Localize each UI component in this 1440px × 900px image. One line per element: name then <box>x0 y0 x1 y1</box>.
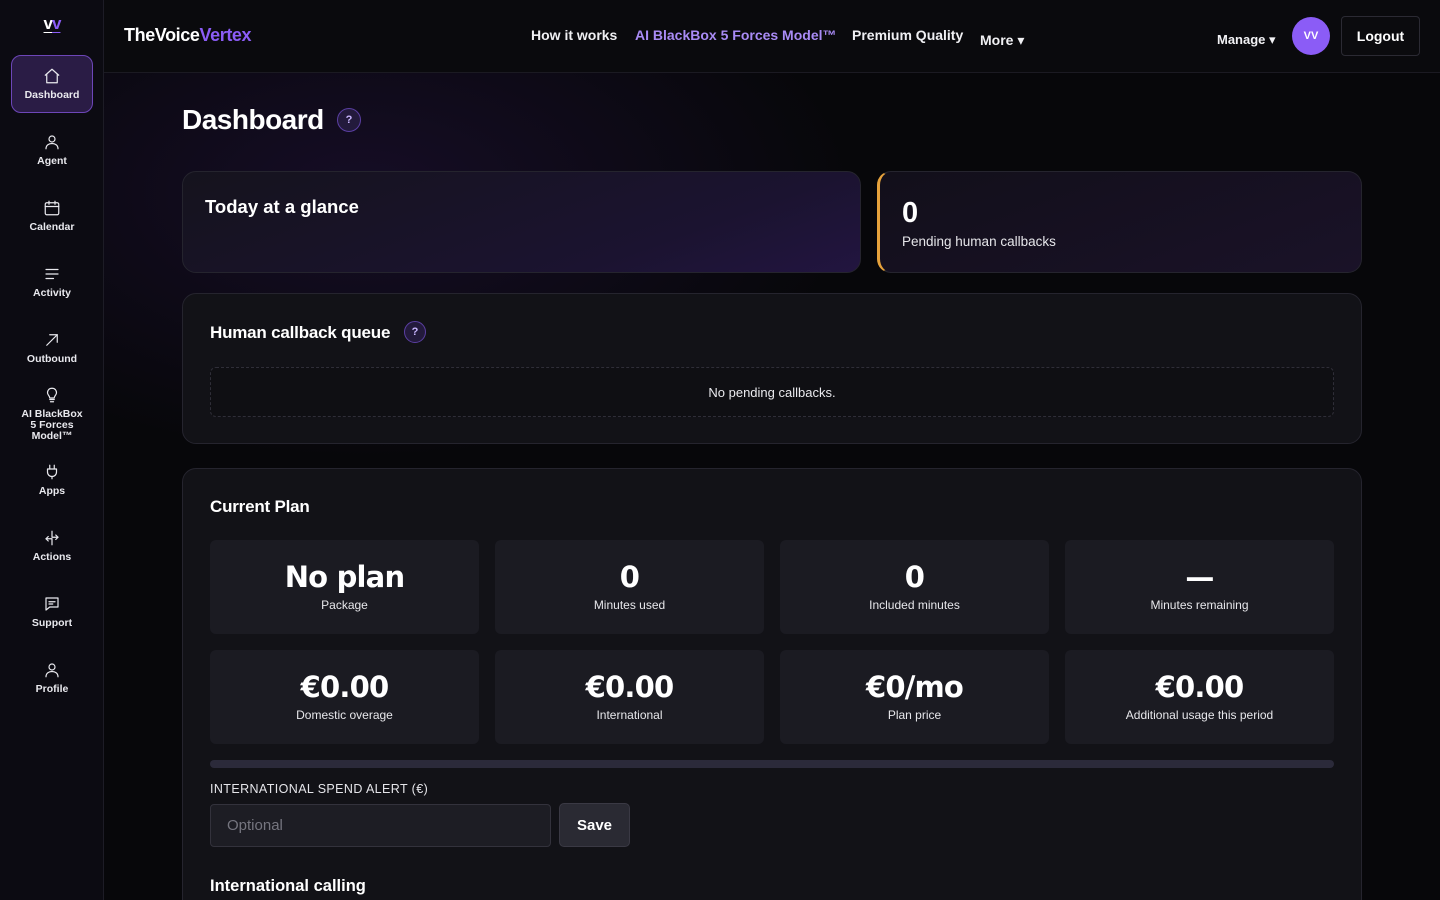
sidebar-item-support[interactable]: Support <box>11 583 93 641</box>
stat-minutes-used: 0 Minutes used <box>495 540 764 634</box>
sidebar-item-label: Apps <box>38 485 66 497</box>
sidebar-item-actions[interactable]: Actions <box>11 517 93 575</box>
sidebar-item-label: Profile <box>35 683 69 695</box>
sidebar-item-agent[interactable]: Agent <box>11 121 93 179</box>
stat-international: €0.00 International <box>495 650 764 744</box>
logout-button[interactable]: Logout <box>1341 16 1420 56</box>
arrow-up-right-icon <box>46 334 58 346</box>
arrows-exchange-icon <box>45 530 59 546</box>
callback-queue-help-icon[interactable]: ? <box>404 321 426 343</box>
sidebar-item-apps[interactable]: Apps <box>11 451 93 509</box>
stat-value: €0.00 <box>300 670 390 704</box>
usage-progress-bar <box>210 760 1334 768</box>
user-icon <box>45 135 59 150</box>
current-plan-title: Current Plan <box>210 497 310 516</box>
sidebar-item-label: Agent <box>37 155 67 167</box>
stat-value: €0.00 <box>1155 670 1245 704</box>
nav-premium-quality[interactable]: Premium Quality <box>852 27 963 43</box>
sidebar-item-outbound[interactable]: Outbound <box>11 319 93 377</box>
international-calling-title: International calling <box>210 877 366 895</box>
stat-value: No plan <box>284 560 405 594</box>
brand-name-part1: TheVoice <box>124 25 200 45</box>
spend-alert-label: INTERNATIONAL SPEND ALERT (€) <box>210 782 429 796</box>
stat-included-minutes: 0 Included minutes <box>780 540 1049 634</box>
stat-domestic-overage: €0.00 Domestic overage <box>210 650 479 744</box>
sidebar-item-dashboard[interactable]: Dashboard <box>11 55 93 113</box>
stat-value: 0 <box>904 560 925 594</box>
stat-plan-price: €0/mo Plan price <box>780 650 1049 744</box>
sidebar-item-label: Calendar <box>29 221 75 233</box>
logo-letter-1: v <box>43 14 54 33</box>
dashboard-help-icon[interactable]: ? <box>337 108 361 132</box>
calendar-icon <box>44 200 60 216</box>
logo-letter-2: v <box>52 14 62 33</box>
sidebar-item-label: Support <box>31 617 73 629</box>
spend-alert-input[interactable] <box>210 804 551 847</box>
stat-value: 0 <box>619 560 640 594</box>
pending-callbacks-card: 0 Pending human callbacks <box>877 171 1362 273</box>
stat-label: Minutes remaining <box>1150 598 1249 612</box>
profile-icon <box>45 663 59 678</box>
nav-more-dropdown[interactable]: More ▾ <box>980 32 1024 49</box>
list-icon <box>45 268 59 280</box>
stat-value: €0/mo <box>865 670 964 704</box>
stat-label: Package <box>321 598 368 612</box>
brand-logo[interactable]: TheVoiceVertex <box>124 25 252 46</box>
avatar[interactable]: VV <box>1292 17 1330 55</box>
callback-queue-empty-state: No pending callbacks. <box>210 367 1334 417</box>
stat-minutes-remaining: — Minutes remaining <box>1065 540 1334 634</box>
glance-title: Today at a glance <box>205 196 359 217</box>
stat-value: — <box>1185 560 1214 594</box>
today-at-a-glance-card: Today at a glance <box>182 171 861 273</box>
sidebar-item-label: Dashboard <box>24 89 80 101</box>
nav-ai-blackbox[interactable]: AI BlackBox 5 Forces Model™ <box>635 27 837 43</box>
nav-how-it-works[interactable]: How it works <box>531 27 617 43</box>
pending-callbacks-count: 0 <box>902 197 919 229</box>
sidebar-item-profile[interactable]: Profile <box>11 649 93 707</box>
manage-dropdown[interactable]: Manage ▾ <box>1217 32 1276 48</box>
home-icon <box>44 68 60 84</box>
sidebar-item-label: AI BlackBox 5 Forces Model™ <box>21 408 83 442</box>
sidebar-item-label: Activity <box>33 287 71 299</box>
sidebar-item-calendar[interactable]: Calendar <box>11 187 93 245</box>
lightbulb-icon <box>46 387 58 403</box>
stat-additional-usage: €0.00 Additional usage this period <box>1065 650 1334 744</box>
stat-label: Minutes used <box>593 598 666 612</box>
page-title: Dashboard <box>182 104 324 135</box>
pending-callbacks-label: Pending human callbacks <box>902 234 1056 249</box>
stat-label: Additional usage this period <box>1125 708 1274 722</box>
stat-label: Included minutes <box>869 598 960 612</box>
save-button[interactable]: Save <box>559 803 630 847</box>
message-icon <box>45 597 59 611</box>
sidebar-item-label: Outbound <box>26 353 78 365</box>
sidebar-item-activity[interactable]: Activity <box>11 253 93 311</box>
callback-queue-card: Human callback queue ? No pending callba… <box>182 293 1362 444</box>
sidebar-logo[interactable]: vv <box>0 14 104 34</box>
sidebar-item-label: Actions <box>32 551 72 563</box>
stat-label: Plan price <box>887 708 942 722</box>
stat-value: €0.00 <box>585 670 675 704</box>
stat-package: No plan Package <box>210 540 479 634</box>
plug-icon <box>46 464 58 480</box>
callback-queue-title: Human callback queue <box>210 323 391 342</box>
stat-label: Domestic overage <box>296 708 393 722</box>
stat-label: International <box>596 708 663 722</box>
sidebar-item-blackbox[interactable]: AI BlackBox 5 Forces Model™ <box>11 383 93 445</box>
current-plan-card: Current Plan No plan Package 0 Minutes u… <box>182 468 1362 900</box>
sidebar: vv Dashboard Agent Calendar Activity Out… <box>0 0 104 900</box>
top-navbar: TheVoiceVertex How it works AI BlackBox … <box>104 0 1440 73</box>
brand-name-part2: Vertex <box>199 25 252 45</box>
